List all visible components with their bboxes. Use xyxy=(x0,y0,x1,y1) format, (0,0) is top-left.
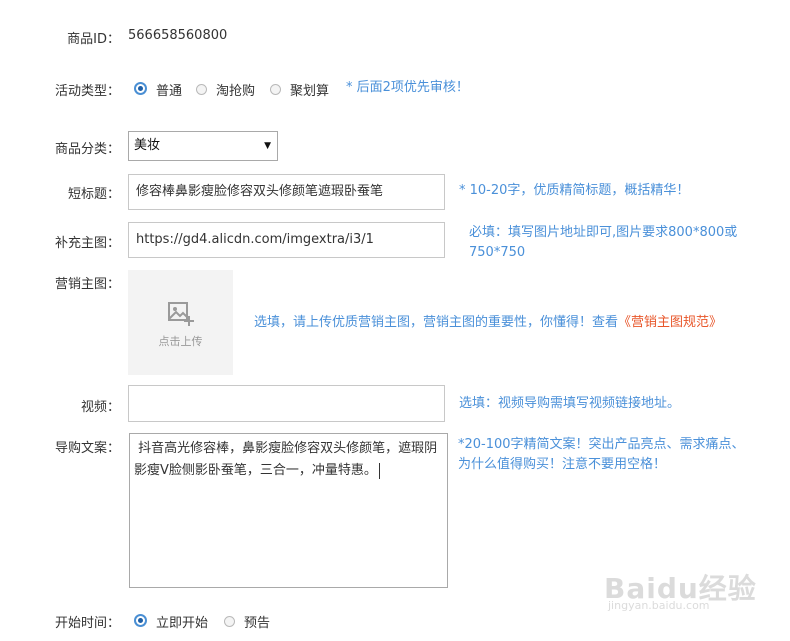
activity-radio-juhuasuan[interactable] xyxy=(270,84,281,95)
start-option-immediate[interactable]: 立即开始 xyxy=(156,612,208,631)
activity-option-normal[interactable]: 普通 xyxy=(156,80,182,99)
guide-copy-textarea[interactable]: 抖音高光修容棒，鼻影瘦脸修容双头修颜笔，遮瑕阴影瘦V脸侧影卧蚕笔，三合一，冲量特… xyxy=(129,433,448,588)
video-label: 视频： xyxy=(80,400,120,415)
product-id-label: 商品ID： xyxy=(67,32,120,47)
extra-image-hint: 必填：填写图片地址即可,图片要求800*800或750*750 xyxy=(469,225,738,260)
activity-option-taoqianggou[interactable]: 淘抢购 xyxy=(216,80,255,99)
guide-copy-hint: *20-100字精简文案！突出产品亮点、需求痛点、为什么值得购买！注意不要用空格… xyxy=(458,437,745,472)
activity-type-hint: * 后面2项优先审核！ xyxy=(346,80,469,95)
activity-type-label: 活动类型： xyxy=(54,84,120,99)
marketing-image-spec-link[interactable]: 《营销主图规范》 xyxy=(618,315,722,330)
marketing-image-hint-text: 选填，请上传优质营销主图，营销主图的重要性，你懂得！查看 xyxy=(254,315,619,330)
short-title-label: 短标题： xyxy=(67,187,120,202)
marketing-image-label: 营销主图： xyxy=(54,277,120,292)
extra-image-label: 补充主图： xyxy=(54,236,120,251)
start-option-preview[interactable]: 预告 xyxy=(244,612,270,631)
category-value: 美妆 xyxy=(134,138,161,153)
add-image-icon xyxy=(168,302,194,326)
text-cursor xyxy=(378,462,380,479)
baidu-jingyan-watermark: Baidu经验 jingyan.baidu.com xyxy=(604,565,756,615)
marketing-image-upload[interactable]: 点击上传 xyxy=(128,270,233,375)
category-select[interactable]: 美妆 ▼ xyxy=(128,131,278,161)
start-radio-immediate[interactable] xyxy=(134,614,147,627)
start-time-label: 开始时间： xyxy=(54,616,120,631)
activity-radio-taoqianggou[interactable] xyxy=(196,84,207,95)
short-title-hint: * 10-20字，优质精简标题，概括精华！ xyxy=(459,183,690,198)
guide-copy-text: 抖音高光修容棒，鼻影瘦脸修容双头修颜笔，遮瑕阴影瘦V脸侧影卧蚕笔，三合一，冲量特… xyxy=(134,441,438,478)
marketing-image-hint: 选填，请上传优质营销主图，营销主图的重要性，你懂得！查看《营销主图规范》 xyxy=(254,313,722,333)
upload-label: 点击上传 xyxy=(158,335,203,348)
short-title-input[interactable]: 修容棒鼻影瘦脸修容双头修颜笔遮瑕卧蚕笔 xyxy=(128,174,445,210)
start-radio-preview[interactable] xyxy=(224,616,235,627)
video-hint: 选填：视频导购需填写视频链接地址。 xyxy=(459,396,681,411)
guide-copy-label: 导购文案： xyxy=(54,441,120,456)
video-input[interactable] xyxy=(128,385,445,422)
product-id-value: 566658560800 xyxy=(128,28,228,43)
watermark-sub: jingyan.baidu.com xyxy=(608,599,710,612)
extra-image-input[interactable]: https://gd4.alicdn.com/imgextra/i3/1 xyxy=(128,222,445,258)
activity-radio-normal[interactable] xyxy=(134,82,147,95)
activity-option-juhuasuan[interactable]: 聚划算 xyxy=(290,80,329,99)
category-label: 商品分类： xyxy=(54,142,120,157)
chevron-down-icon: ▼ xyxy=(264,141,271,151)
